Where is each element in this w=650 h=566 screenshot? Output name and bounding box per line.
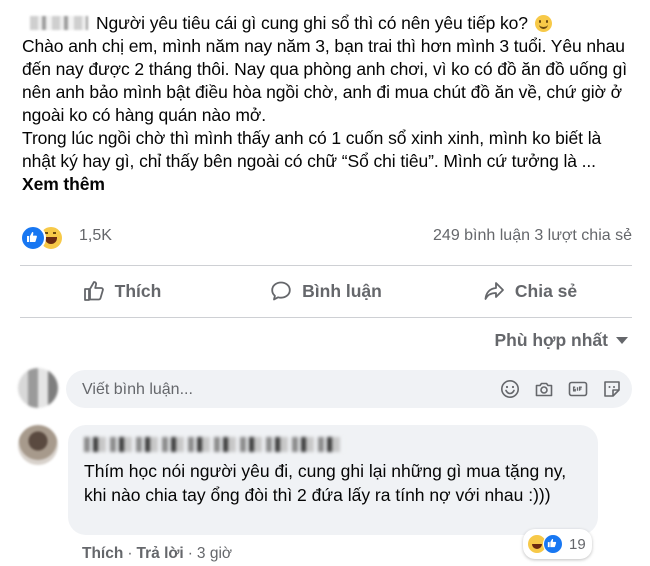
comment-count[interactable]: 249 bình luận (433, 227, 530, 245)
comment-icon (271, 281, 291, 301)
post-paragraph-text: Trong lúc ngồi chờ thì mình thấy anh có … (22, 128, 602, 171)
smile-emoji-icon (534, 15, 552, 32)
share-arrow-icon (484, 282, 504, 300)
post-actions: Thích Bình luận Chia sẻ (20, 272, 632, 310)
comment-bubble: Thím học nói người yêu đi, cung ghi lại … (68, 425, 598, 535)
post-title-line: Người yêu tiêu cái gì cung ghi sổ thì có… (22, 12, 637, 35)
share-button-label: Chia sẻ (514, 280, 578, 301)
comment-time[interactable]: 3 giờ (197, 545, 232, 563)
comment-sort-dropdown[interactable]: Phù hợp nhất (494, 330, 628, 351)
comment-like-link[interactable]: Thích (82, 545, 123, 563)
comment-meta: Thích · Trả lời · 3 giờ (82, 545, 232, 563)
divider (20, 317, 632, 318)
blurred-author (30, 16, 88, 30)
share-count[interactable]: 3 lượt chia sẻ (534, 227, 632, 245)
current-user-avatar[interactable] (18, 368, 58, 408)
sticker-icon[interactable] (602, 379, 622, 399)
like-reaction-icon (543, 534, 563, 554)
post-paragraph: Chào anh chị em, mình năm nay năm 3, bạn… (22, 36, 627, 125)
see-more-link[interactable]: Xem thêm (22, 174, 105, 194)
reaction-count[interactable]: 1,5K (79, 227, 112, 245)
commenter-avatar[interactable] (18, 425, 58, 465)
thumbs-up-icon (83, 281, 104, 301)
camera-icon[interactable] (534, 379, 554, 399)
comment-input[interactable] (80, 370, 464, 410)
post-body: Người yêu tiêu cái gì cung ghi sổ thì có… (22, 12, 637, 196)
sort-label: Phù hợp nhất (494, 330, 608, 350)
comment-reaction-count: 19 (569, 535, 586, 553)
composer-icons (500, 379, 622, 399)
share-button[interactable]: Chia sẻ (428, 272, 632, 310)
post-stats: 1,5K 249 bình luận 3 lượt chia sẻ (20, 225, 632, 251)
caret-down-icon (616, 337, 628, 344)
like-button[interactable]: Thích (20, 272, 224, 310)
separator: · (187, 545, 193, 562)
comment-button-label: Bình luận (302, 280, 382, 301)
comment-reactions[interactable]: 19 (523, 529, 592, 559)
gif-icon[interactable] (568, 379, 588, 399)
like-reaction-icon[interactable] (20, 225, 46, 251)
comment-button[interactable]: Bình luận (224, 272, 428, 310)
comment-text: Thím học nói người yêu đi, cung ghi lại … (84, 461, 567, 505)
blurred-commenter-name[interactable] (84, 437, 344, 452)
separator: · (127, 545, 133, 562)
divider (20, 265, 632, 266)
post-title: Người yêu tiêu cái gì cung ghi sổ thì có… (96, 13, 528, 33)
comment-composer[interactable] (66, 370, 632, 410)
comment-reply-link[interactable]: Trả lời (137, 545, 184, 563)
emoji-icon[interactable] (500, 379, 520, 399)
like-button-label: Thích (114, 280, 162, 301)
post-paragraph-last: Trong lúc ngồi chờ thì mình thấy anh có … (22, 127, 637, 196)
